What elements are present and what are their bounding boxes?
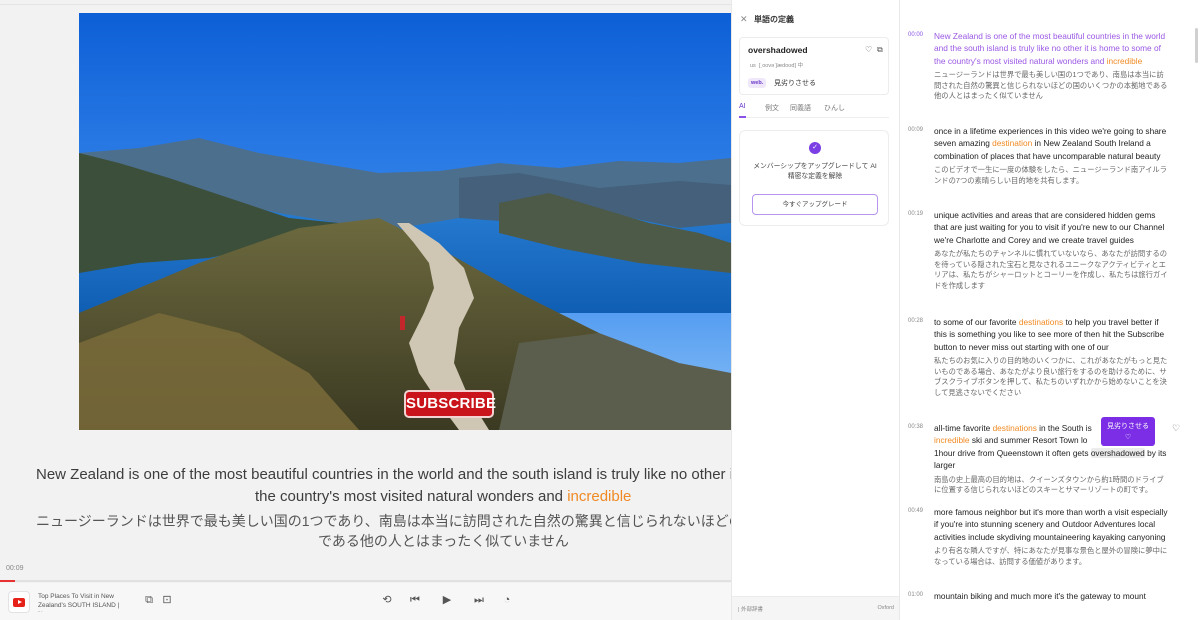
transcript-segment[interactable]: 01:00 mountain biking and much more it's… xyxy=(908,590,1170,602)
tab-ai[interactable]: AI xyxy=(739,103,746,118)
subtitle-japanese-line-1: ニュージーランドは世界で最も美しい国の1つであり、南島は本当に訪問された自然の驚… xyxy=(36,513,731,529)
app-window: SUBSCRIBE New Zealand is one of the most… xyxy=(0,0,1200,620)
segment-japanese: あなたが私たちのチャンネルに慣れていないなら、あなたが訪問するのを待っている隠さ… xyxy=(934,249,1168,290)
ai-upgrade-card: ✓ メンバーシップをアップグレードして AI 精密な定義を解除 今すぐアップグレ… xyxy=(739,130,889,226)
youtube-logo-icon[interactable] xyxy=(8,591,30,613)
subtitle-text: the country's most visited natural wonde… xyxy=(255,488,568,505)
transcript-segment[interactable]: 00:28 to some of our favorite destinatio… xyxy=(908,316,1170,399)
highlighted-word[interactable]: incredible xyxy=(934,435,970,445)
transcript-segment[interactable]: 00:00 New Zealand is one of the most bea… xyxy=(908,30,1170,102)
tab-examples[interactable]: 例文 xyxy=(765,103,779,118)
segment-text: 1hour drive from Queenstown it often get… xyxy=(934,447,1091,458)
popup-heart-icon[interactable]: ♡ xyxy=(1101,433,1155,441)
segment-japanese: このビデオで一生に一度の体験をしたら、ニュージーランド南アイルランドの7つの素晴… xyxy=(934,165,1167,185)
copy-icon[interactable]: ⧉ xyxy=(877,45,883,55)
video-frame[interactable]: SUBSCRIBE xyxy=(79,13,731,430)
tab-part-of-speech[interactable]: ひんし xyxy=(824,103,845,118)
subtitle-japanese: ニュージーランドは世界で最も美しい国の1つであり、南島は本当に訪問された自然の驚… xyxy=(0,511,731,551)
segment-english: mountain biking and much more it's the g… xyxy=(934,591,1146,601)
video-title[interactable]: Top Places To Visit in New Zealand's SOU… xyxy=(38,592,134,612)
region-label: us xyxy=(750,63,756,69)
caption-icon[interactable]: ⊡ xyxy=(159,592,175,608)
subtitle-english: New Zealand is one of the most beautiful… xyxy=(0,464,731,508)
highlighted-word[interactable]: destinations xyxy=(993,423,1037,433)
segment-japanese: 南島の史上最高の目的地は、クイーンズタウンから約1時間のドライブに位置する信じら… xyxy=(934,474,1164,495)
segment-japanese: 私たちのお気に入りの目的地のいくつかに、これがあなたがもっと見たいものである場合… xyxy=(934,356,1168,397)
phonetic: us [ˌoʊvəˈʃædoʊd] 中 xyxy=(750,61,803,69)
phonetic-text[interactable]: [ˌoʊvəˈʃædoʊd] 中 xyxy=(759,63,803,69)
progress-bar[interactable] xyxy=(0,580,731,582)
next-icon[interactable]: ⏭ xyxy=(471,592,487,608)
segment-text: all-time favorite xyxy=(934,423,993,433)
landscape-image xyxy=(79,13,731,430)
highlighted-word[interactable]: incredible xyxy=(567,488,631,505)
segment-english: more famous neighbor but it's more than … xyxy=(934,507,1168,542)
word-popup[interactable]: 見劣りさせる ♡ xyxy=(1101,417,1155,446)
segment-text: ski and summer Resort Town lo xyxy=(969,435,1088,446)
play-icon[interactable]: ▶ xyxy=(439,592,455,608)
timestamp[interactable]: 00:38 xyxy=(908,424,923,430)
segment-japanese: より有名な隣人ですが、特にあなたが見事な景色と屋外の冒険に夢中になっている場合は… xyxy=(934,546,1168,566)
transcript-segment[interactable]: 00:49 more famous neighbor but it's more… xyxy=(908,506,1170,567)
segment-text: in the South is xyxy=(1036,423,1092,433)
subtitle-english-line-2: the country's most visited natural wonde… xyxy=(255,486,631,507)
divider xyxy=(0,4,731,5)
popup-label: 見劣りさせる xyxy=(1107,423,1149,430)
segment-text: to some of our favorite xyxy=(934,317,1019,327)
highlighted-word[interactable]: destinations xyxy=(1019,317,1063,327)
subscribe-button[interactable]: SUBSCRIBE xyxy=(404,390,496,418)
progress-fill xyxy=(0,580,15,582)
heart-icon[interactable]: ♡ xyxy=(1172,423,1180,434)
selected-word[interactable]: overshadowed xyxy=(1090,447,1145,458)
previous-icon[interactable]: ⏮ xyxy=(407,592,423,608)
word-card: overshadowed ♡ ⧉ us [ˌoʊvəˈʃædoʊd] 中 web… xyxy=(739,37,889,95)
segment-english: unique activities and areas that are con… xyxy=(934,210,1165,245)
transcript-segment[interactable]: 00:09 once in a lifetime experiences in … xyxy=(908,125,1170,186)
upgrade-button[interactable]: 今すぐアップグレード xyxy=(752,194,878,215)
video-pane: SUBSCRIBE New Zealand is one of the most… xyxy=(0,0,731,620)
dictionary-footer: | 外部辞書 Oxford xyxy=(732,596,900,620)
ai-upgrade-message: メンバーシップをアップグレードして AI 精密な定義を解除 xyxy=(753,163,877,180)
timestamp[interactable]: 00:09 xyxy=(908,127,923,133)
dictionary-panel: ✕ 単語の定義 overshadowed ♡ ⧉ us [ˌoʊvəˈʃædoʊ… xyxy=(731,0,900,620)
tab-synonyms[interactable]: 同義語 xyxy=(790,103,811,118)
timestamp[interactable]: 00:00 xyxy=(908,32,923,38)
external-dictionary-link[interactable]: | 外部辞書 xyxy=(738,605,763,613)
current-time: 00:09 xyxy=(6,565,24,572)
speed-icon[interactable]: ◔ xyxy=(499,592,515,608)
definition-tabs: AI 例文 同義語 ひんし xyxy=(739,103,889,118)
highlighted-word[interactable]: incredible xyxy=(1107,56,1143,66)
timestamp[interactable]: 01:00 xyxy=(908,592,923,598)
segment-english: to some of our favorite destinations to … xyxy=(934,316,1170,353)
timestamp[interactable]: 00:19 xyxy=(908,211,923,217)
subtitle-english-line-1: New Zealand is one of the most beautiful… xyxy=(36,466,731,483)
timestamp[interactable]: 00:28 xyxy=(908,318,923,324)
subtitle-japanese-line-2: である他の人とはまったく似ていません xyxy=(318,533,569,549)
close-icon[interactable]: ✕ xyxy=(740,14,748,25)
timestamp[interactable]: 00:49 xyxy=(908,508,923,514)
web-tag: web. xyxy=(748,78,767,88)
heart-icon[interactable]: ♡ xyxy=(865,45,872,54)
web-definition: 見劣りさせる xyxy=(774,80,816,87)
dictionary-source[interactable]: Oxford xyxy=(877,605,894,611)
segment-english: once in a lifetime experiences in this v… xyxy=(934,125,1170,162)
dictionary-title: 単語の定義 xyxy=(754,15,794,24)
loop-icon[interactable]: ⟲ xyxy=(379,592,395,608)
segment-japanese: ニュージーランドは世界で最も美しい国の1つであり、南島は本当に訪問された自然の驚… xyxy=(934,70,1168,101)
pip-icon[interactable]: ⧉ xyxy=(141,592,157,608)
verified-badge-icon: ✓ xyxy=(809,142,821,154)
highlighted-word[interactable]: destination xyxy=(992,138,1032,148)
scrollbar[interactable] xyxy=(1195,28,1198,63)
segment-english: New Zealand is one of the most beautiful… xyxy=(934,30,1170,67)
transcript-panel: 00:00 New Zealand is one of the most bea… xyxy=(899,0,1200,620)
headword: overshadowed xyxy=(748,45,808,55)
transcript-segment[interactable]: 00:19 unique activities and areas that a… xyxy=(908,209,1170,292)
player-controls: Top Places To Visit in New Zealand's SOU… xyxy=(0,583,731,620)
